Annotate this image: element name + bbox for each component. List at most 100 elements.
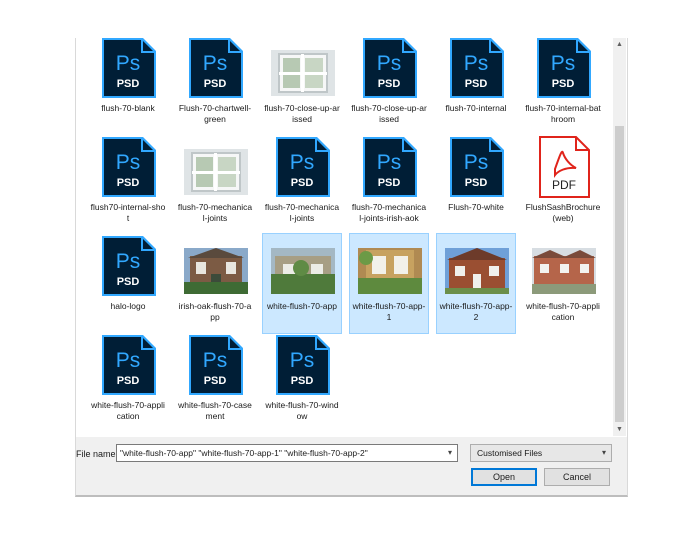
svg-text:PSD: PSD — [552, 78, 575, 90]
file-grid[interactable]: Ps PSD flush-70-blank Ps PSD Flush-70-ch… — [76, 38, 612, 436]
psd-file-icon: Ps PSD — [358, 135, 422, 199]
svg-text:PSD: PSD — [204, 78, 227, 90]
file-item[interactable]: flush-70-mechanical-joints — [175, 134, 255, 235]
svg-text:Ps: Ps — [203, 349, 228, 372]
svg-text:Ps: Ps — [377, 52, 402, 75]
file-item[interactable]: irish-oak-flush-70-app — [175, 233, 255, 334]
file-name-label: flush-70-close-up-arissed — [351, 103, 427, 124]
file-item[interactable]: Ps PSD flush-70-internal — [436, 38, 516, 136]
psd-file-icon: Ps PSD — [271, 135, 335, 199]
image-thumbnail — [271, 234, 335, 298]
svg-text:PSD: PSD — [117, 177, 140, 189]
psd-file-icon: Ps PSD — [97, 135, 161, 199]
scroll-down-arrow-icon[interactable]: ▼ — [613, 423, 626, 436]
file-name-label: white-flush-70-window — [265, 400, 339, 421]
svg-text:Ps: Ps — [290, 151, 315, 174]
file-type-value: Customised Files — [477, 448, 543, 458]
file-item[interactable]: Ps PSD flush-70-mechanical-joints — [262, 134, 342, 235]
file-name-label: flush-70-blank — [101, 103, 155, 113]
image-thumbnail — [271, 38, 335, 100]
psd-file-icon: Ps PSD — [445, 135, 509, 199]
svg-text:Ps: Ps — [203, 52, 228, 75]
svg-text:PSD: PSD — [378, 177, 401, 189]
scrollbar-thumb[interactable] — [615, 126, 624, 422]
file-item[interactable]: white-flush-70-app-1 — [349, 233, 429, 334]
file-name-label: halo-logo — [110, 301, 146, 311]
chevron-down-icon: ▾ — [601, 448, 606, 457]
file-name-label: white-flush-70-app — [267, 301, 337, 311]
file-name-label: Flush-70-white — [448, 202, 504, 212]
file-name-label: white-flush-70-application — [526, 301, 600, 322]
file-open-dialog: Ps PSD flush-70-blank Ps PSD Flush-70-ch… — [75, 38, 628, 497]
svg-text:PSD: PSD — [117, 276, 140, 288]
psd-file-icon: Ps PSD — [184, 333, 248, 397]
dialog-footer: File name: "white-flush-70-app" "white-f… — [76, 437, 627, 495]
file-item[interactable]: Ps PSD Flush-70-white — [436, 134, 516, 235]
scroll-up-arrow-icon[interactable]: ▲ — [613, 38, 626, 51]
file-name-label: Flush-70-chartwell-green — [178, 103, 252, 124]
image-thumbnail — [184, 234, 248, 298]
file-name-label: File name: — [76, 449, 119, 459]
svg-text:PSD: PSD — [465, 177, 488, 189]
image-thumbnail — [445, 234, 509, 298]
file-item[interactable]: white-flush-70-app — [262, 233, 342, 334]
file-item[interactable]: flush-70-close-up-arissed — [262, 38, 342, 136]
psd-file-icon: Ps PSD — [358, 38, 422, 100]
svg-text:PSD: PSD — [291, 177, 314, 189]
file-type-select[interactable]: Customised Files ▾ — [470, 444, 612, 462]
svg-text:Ps: Ps — [290, 349, 315, 372]
psd-file-icon: Ps PSD — [445, 38, 509, 100]
svg-text:Ps: Ps — [116, 151, 141, 174]
svg-text:Ps: Ps — [116, 52, 141, 75]
file-item[interactable]: white-flush-70-application — [523, 233, 603, 334]
file-item[interactable]: Ps PSD flush-70-close-up-arissed — [349, 38, 429, 136]
file-name-label: flush-70-mechanical-joints-irish-aok — [351, 202, 427, 223]
psd-file-icon: Ps PSD — [271, 333, 335, 397]
svg-text:Ps: Ps — [116, 250, 141, 273]
file-item[interactable]: Ps PSD Flush-70-chartwell-green — [175, 38, 255, 136]
file-name-label: flush-70-internal — [445, 103, 507, 113]
image-thumbnail — [358, 234, 422, 298]
svg-text:PSD: PSD — [117, 375, 140, 387]
file-item[interactable]: Ps PSD white-flush-70-window — [262, 332, 342, 433]
file-item[interactable]: Ps PSD flush-70-mechanical-joints-irish-… — [349, 134, 429, 235]
svg-text:PSD: PSD — [117, 78, 140, 90]
svg-text:Ps: Ps — [464, 151, 489, 174]
psd-file-icon: Ps PSD — [97, 234, 161, 298]
file-item[interactable]: white-flush-70-app-2 — [436, 233, 516, 334]
psd-file-icon: Ps PSD — [532, 38, 596, 100]
file-name-input[interactable]: "white-flush-70-app" "white-flush-70-app… — [116, 444, 458, 462]
svg-text:PSD: PSD — [465, 78, 488, 90]
svg-text:PSD: PSD — [291, 375, 314, 387]
image-thumbnail — [184, 135, 248, 199]
file-item[interactable]: Ps PSD flush-70-internal-bathroom — [523, 38, 603, 136]
file-item[interactable]: Ps PSD white-flush-70-application — [88, 332, 168, 433]
psd-file-icon: Ps PSD — [184, 38, 248, 100]
file-name-label: flush-70-mechanical-joints — [264, 202, 340, 223]
cancel-button[interactable]: Cancel — [544, 468, 610, 486]
svg-text:Ps: Ps — [464, 52, 489, 75]
file-item[interactable]: Ps PSD halo-logo — [88, 233, 168, 334]
file-name-label: flush-70-internal-bathroom — [525, 103, 601, 124]
pdf-file-icon: PDF — [532, 135, 596, 199]
psd-file-icon: Ps PSD — [97, 333, 161, 397]
file-name-dropdown-icon[interactable]: ▾ — [448, 448, 452, 457]
svg-text:Ps: Ps — [377, 151, 402, 174]
file-item[interactable]: Ps PSD flush-70-blank — [88, 38, 168, 136]
svg-text:PDF: PDF — [552, 178, 576, 192]
file-name-label: FlushSashBrochure(web) — [525, 202, 601, 223]
file-name-label: white-flush-70-app-2 — [439, 301, 513, 322]
file-item[interactable]: Ps PSD white-flush-70-casement — [175, 332, 255, 433]
image-thumbnail — [532, 234, 596, 298]
file-name-label: flush70-internal-shot — [90, 202, 166, 223]
svg-text:Ps: Ps — [551, 52, 576, 75]
file-item[interactable]: Ps PSD flush70-internal-shot — [88, 134, 168, 235]
file-name-label: irish-oak-flush-70-app — [178, 301, 252, 322]
open-button[interactable]: Open — [471, 468, 537, 486]
vertical-scrollbar[interactable]: ▲ ▼ — [613, 38, 626, 436]
file-item[interactable]: PDF FlushSashBrochure(web) — [523, 134, 603, 235]
file-name-label: white-flush-70-casement — [178, 400, 252, 421]
psd-file-icon: Ps PSD — [97, 38, 161, 100]
file-name-label: white-flush-70-app-1 — [352, 301, 426, 322]
svg-text:PSD: PSD — [378, 78, 401, 90]
